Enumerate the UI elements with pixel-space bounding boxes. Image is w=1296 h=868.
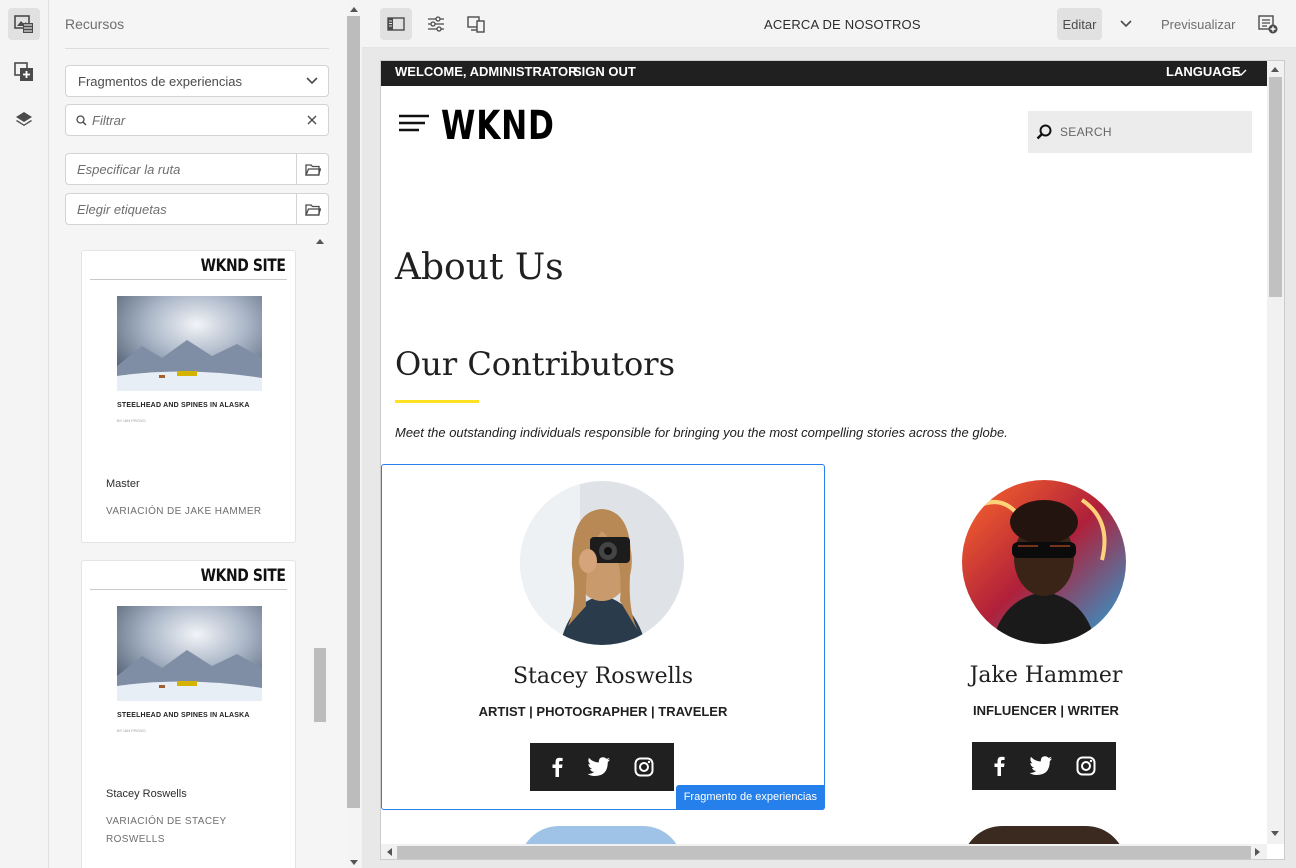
components-icon[interactable] (8, 56, 40, 88)
folder-icon[interactable] (296, 194, 328, 224)
frame-horizontal-scrollbar[interactable] (381, 844, 1267, 859)
assets-icon[interactable] (8, 8, 40, 40)
hamburger-menu-icon[interactable] (399, 114, 429, 139)
path-placeholder: Especificar la ruta (77, 161, 181, 177)
thumbnail-header: WKND SITE (200, 256, 285, 276)
contributor-card-selected[interactable]: Stacey Roswells ARTIST | PHOTOGRAPHER | … (381, 464, 825, 810)
thumbnail-caption: STEELHEAD AND SPINES IN ALASKA (117, 402, 250, 409)
fragment-thumbnail: WKND SITE STEELHEAD AND SPINES IN ALASKA… (82, 561, 295, 751)
divider (90, 589, 287, 590)
scroll-up-arrow-icon (316, 239, 324, 244)
folder-icon[interactable] (296, 154, 328, 184)
card-title: Stacey Roswells (106, 788, 187, 800)
social-links (530, 743, 674, 791)
frame-vertical-scrollbar[interactable] (1267, 61, 1284, 844)
mode-chevron-down-icon[interactable] (1110, 8, 1142, 40)
site-search-input[interactable]: SEARCH (1028, 111, 1252, 153)
page-properties-icon[interactable] (420, 8, 452, 40)
preview-button[interactable]: Previsualizar (1161, 17, 1235, 32)
fragment-thumbnail: WKND SITE STEELHEAD AND SPINES IN ALASKA… (82, 251, 295, 441)
twitter-icon[interactable] (587, 757, 611, 777)
editor-toolbar: ACERCA DE NOSOTROS Editar Previsualizar (362, 0, 1296, 48)
site-top-bar: WELCOME, ADMINISTRATOR SIGN OUT LANGUAGE (381, 61, 1267, 86)
site-logo[interactable]: WKND (441, 103, 555, 149)
welcome-text: WELCOME, ADMINISTRATOR (395, 64, 578, 79)
tags-placeholder: Elegir etiquetas (77, 201, 167, 217)
left-rail (0, 0, 49, 868)
facebook-icon[interactable] (992, 756, 1006, 776)
fragment-list: WKND SITE STEELHEAD AND SPINES IN ALASKA… (65, 232, 329, 868)
scroll-thumb[interactable] (397, 846, 1251, 859)
instagram-icon[interactable] (634, 757, 654, 777)
card-subtitle: VARIACIÓN DE STACEY ROSWELLS (106, 816, 227, 845)
search-icon (66, 114, 90, 126)
tags-field[interactable]: Elegir etiquetas (65, 193, 329, 225)
contributor-avatar (520, 481, 684, 645)
card-title: Master (106, 478, 140, 490)
thumbnail-byline: BY IAN PROVO (117, 418, 146, 423)
asset-type-value: Fragmentos de experiencias (78, 73, 243, 89)
sign-out-link[interactable]: SIGN OUT (573, 64, 636, 79)
fragment-card[interactable]: WKND SITE STEELHEAD AND SPINES IN ALASKA… (81, 560, 296, 868)
mountain-image (117, 296, 262, 391)
mountain-image (117, 606, 262, 701)
contributor-name: Jake Hammer (969, 663, 1123, 688)
contributor-name: Stacey Roswells (512, 664, 694, 689)
scroll-left-arrow-icon (387, 848, 392, 856)
section-heading[interactable]: Our Contributors (395, 345, 675, 383)
list-scrollbar[interactable] (313, 232, 327, 868)
experience-fragment-badge: Fragmento de experiencias (675, 785, 825, 810)
panel-title: Recursos (65, 16, 125, 32)
scroll-up-arrow-icon (350, 7, 358, 12)
scroll-down-arrow-icon (1271, 831, 1279, 836)
social-links (972, 742, 1116, 790)
thumbnail-header: WKND SITE (200, 566, 285, 586)
scroll-thumb[interactable] (1269, 77, 1282, 297)
path-field[interactable]: Especificar la ruta (65, 153, 329, 185)
search-icon (1036, 124, 1052, 140)
chevron-down-icon (1235, 69, 1247, 76)
instagram-icon[interactable] (1076, 756, 1096, 776)
scroll-up-arrow-icon (1271, 67, 1279, 72)
filter-placeholder: Filtrar (92, 112, 126, 128)
thumbnail-caption: STEELHEAD AND SPINES IN ALASKA (117, 712, 250, 719)
search-placeholder: SEARCH (1060, 125, 1112, 139)
scroll-thumb[interactable] (314, 648, 326, 722)
card-subtitle: VARIACIÓN DE JAKE HAMMER (106, 506, 262, 517)
emulator-devices-icon[interactable] (460, 8, 492, 40)
clear-icon[interactable] (296, 115, 328, 125)
scroll-thumb[interactable] (347, 16, 360, 808)
publish-page-icon[interactable] (1252, 8, 1284, 40)
contributor-avatar (962, 480, 1126, 644)
chevron-down-icon (296, 77, 328, 85)
filter-input[interactable]: Filtrar (65, 104, 329, 136)
scroll-right-arrow-icon (1255, 848, 1260, 856)
page-title: ACERCA DE NOSOTROS (764, 17, 921, 32)
divider (65, 48, 329, 49)
contributor-role: INFLUENCER | WRITER (973, 703, 1119, 718)
twitter-icon[interactable] (1029, 756, 1053, 776)
page-heading[interactable]: About Us (395, 247, 564, 288)
language-menu[interactable]: LANGUAGE (1166, 64, 1240, 79)
editor-canvas: WELCOME, ADMINISTRATOR SIGN OUT LANGUAGE… (362, 48, 1296, 868)
fragment-card[interactable]: WKND SITE STEELHEAD AND SPINES IN ALASKA… (81, 250, 296, 543)
scroll-down-arrow-icon (350, 860, 358, 865)
intro-text[interactable]: Meet the outstanding individuals respons… (395, 425, 1008, 440)
toggle-side-panel-icon[interactable] (380, 8, 412, 40)
contributor-card[interactable]: Jake Hammer INFLUENCER | WRITER (824, 464, 1268, 810)
thumbnail-byline: BY IAN PROVO (117, 728, 146, 733)
facebook-icon[interactable] (550, 757, 564, 777)
divider (90, 279, 287, 280)
edit-mode-button[interactable]: Editar (1057, 8, 1102, 40)
contributor-role: ARTIST | PHOTOGRAPHER | TRAVELER (478, 704, 728, 719)
page-frame[interactable]: WELCOME, ADMINISTRATOR SIGN OUT LANGUAGE… (380, 60, 1285, 860)
panel-scrollbar[interactable] (346, 0, 362, 868)
asset-type-select[interactable]: Fragmentos de experiencias (65, 65, 329, 97)
side-panel: Recursos Fragmentos de experiencias Filt… (49, 0, 346, 868)
heading-underline (395, 400, 479, 403)
content-tree-layers-icon[interactable] (8, 104, 40, 136)
